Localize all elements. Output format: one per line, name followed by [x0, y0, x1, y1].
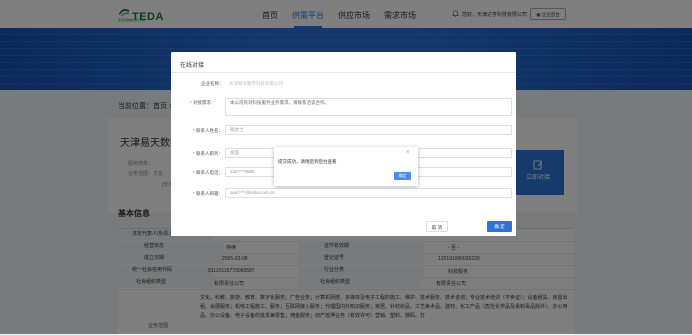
- contact-name-label: * 联系人姓名：: [193, 128, 224, 133]
- dialog-title: 在线对接: [180, 63, 205, 69]
- close-icon[interactable]: ×: [406, 150, 410, 156]
- contact-email-input[interactable]: qian****@teda.com.cn: [225, 188, 512, 198]
- contact-position-label: * 联系人职务：: [193, 151, 224, 156]
- dialog-divider: [171, 72, 516, 73]
- docking-demand-textarea[interactable]: 本公司有对科技服务业务需求，请联系洽谈合作。: [225, 98, 512, 116]
- confirm-button[interactable]: 确 定: [487, 221, 512, 232]
- docking-demand-label: * 对接需求：: [190, 100, 216, 105]
- company-name-label: 企业名称：: [201, 81, 224, 86]
- company-name-value: 天津易天数字科技有限公司: [229, 81, 283, 86]
- success-message: 提交成功，请稍后到后台查看: [278, 159, 337, 164]
- contact-phone-label: * 联系人电话：: [193, 170, 224, 175]
- cancel-button[interactable]: 取 消: [426, 221, 448, 232]
- contact-name-input[interactable]: 钱女士: [225, 125, 512, 135]
- ok-button[interactable]: 确定: [394, 172, 411, 180]
- contact-email-label: * 联系人邮箱：: [193, 191, 224, 196]
- success-message-box: 提交成功，请稍后到后台查看 × 确定: [274, 147, 418, 186]
- online-docking-dialog: 在线对接 企业名称： 天津易天数字科技有限公司 * 对接需求： 本公司有对科技服…: [171, 52, 516, 236]
